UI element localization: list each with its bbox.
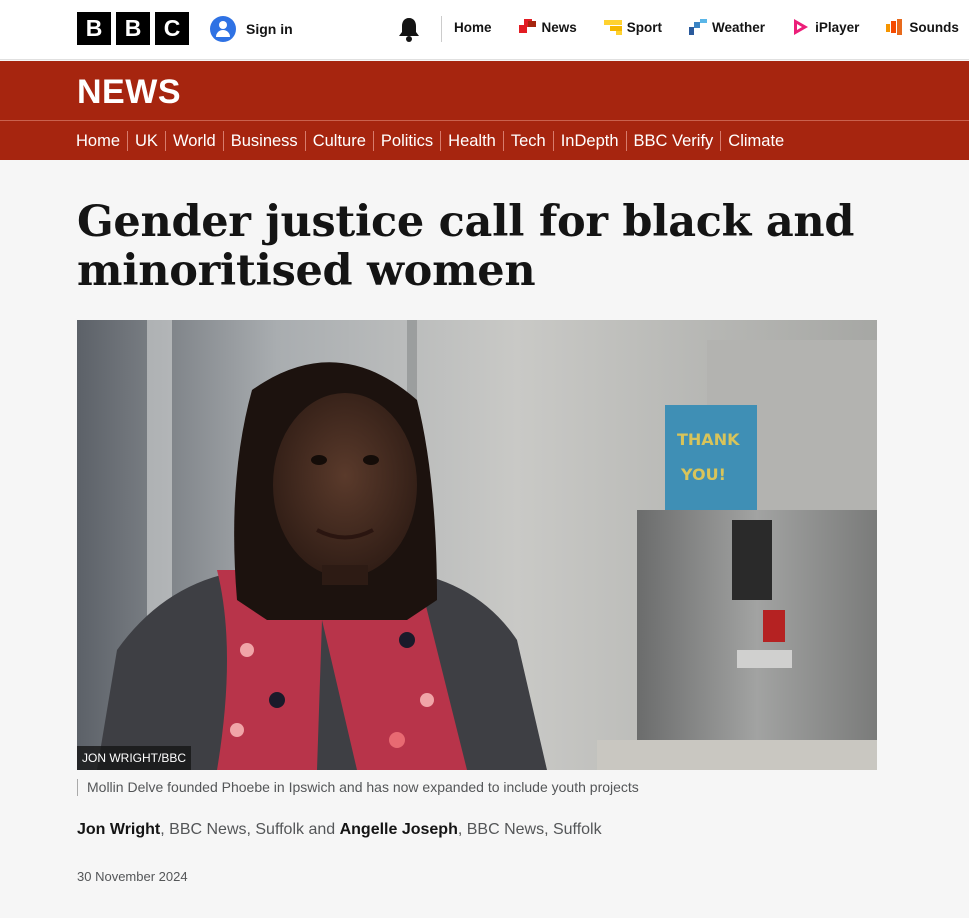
photo-illustration: THANK YOU! — [77, 320, 877, 770]
author-affiliation: , BBC News, Suffolk — [457, 821, 602, 838]
global-nav-label: News — [541, 19, 577, 35]
sign-in-button[interactable]: Sign in — [210, 16, 293, 42]
global-nav-home[interactable]: Home — [454, 20, 492, 35]
global-nav-iplayer[interactable]: iPlayer — [792, 19, 859, 35]
nav-divider — [441, 16, 442, 42]
sign-in-label: Sign in — [246, 21, 293, 37]
section-nav-bbc-verify[interactable]: BBC Verify — [625, 130, 721, 151]
section-nav-home[interactable]: Home — [76, 131, 127, 151]
svg-text:THANK: THANK — [677, 430, 740, 449]
image-credit: JON WRIGHT/BBC — [77, 746, 191, 770]
global-nav-label: Home — [454, 19, 492, 35]
global-nav-label: iPlayer — [815, 19, 860, 35]
author-name: Jon Wright — [77, 821, 161, 838]
global-nav-weather[interactable]: Weather — [689, 19, 765, 35]
section-nav-business[interactable]: Business — [222, 130, 305, 151]
bbc-logo[interactable]: B B C — [77, 12, 189, 45]
section-nav-indepth[interactable]: InDepth — [552, 130, 626, 151]
article-headline: Gender justice call for black and minori… — [77, 197, 855, 296]
article-photo: THANK YOU! — [77, 320, 877, 770]
sounds-icon — [886, 19, 903, 35]
section-nav-politics[interactable]: Politics — [372, 130, 440, 151]
logo-letter: B — [77, 12, 111, 45]
section-nav-uk[interactable]: UK — [127, 130, 165, 151]
global-nav-sounds[interactable]: Sounds — [886, 19, 959, 35]
notifications-bell-icon[interactable] — [397, 16, 421, 42]
iplayer-icon — [794, 19, 809, 35]
global-nav-label: Sport — [626, 19, 663, 35]
section-nav-climate[interactable]: Climate — [720, 130, 791, 151]
logo-letter: C — [155, 12, 189, 45]
section-nav-health[interactable]: Health — [440, 130, 503, 151]
author-name: Angelle Joseph — [339, 821, 458, 838]
author-affiliation: , BBC News, Suffolk and — [160, 821, 340, 838]
news-icon — [518, 19, 536, 33]
global-nav-label: Sounds — [909, 19, 959, 35]
section-nav-tech[interactable]: Tech — [502, 130, 553, 151]
news-banner: NEWS — [0, 61, 969, 121]
global-header: B B C Sign in Home News Sport Weather iP… — [0, 0, 969, 60]
global-nav-label: Weather — [712, 19, 766, 35]
svg-text:YOU!: YOU! — [680, 465, 726, 484]
section-nav-world[interactable]: World — [164, 130, 223, 151]
publish-date: 30 November 2024 — [77, 869, 188, 884]
logo-letter: B — [116, 12, 150, 45]
global-nav-news[interactable]: News — [518, 19, 577, 35]
account-icon — [210, 16, 236, 42]
sport-icon — [603, 20, 622, 35]
global-nav-sport[interactable]: Sport — [603, 19, 663, 35]
global-nav: Home News Sport Weather iPlayer Sounds — [454, 19, 959, 35]
weather-icon — [689, 19, 708, 35]
image-caption: Mollin Delve founded Phoebe in Ipswich a… — [77, 779, 639, 796]
section-nav-culture[interactable]: Culture — [304, 130, 373, 151]
news-logo[interactable]: NEWS — [77, 73, 181, 112]
byline: Jon Wright, BBC News, Suffolk and Angell… — [77, 821, 602, 839]
section-nav: Home UK World Business Culture Politics … — [0, 121, 969, 160]
